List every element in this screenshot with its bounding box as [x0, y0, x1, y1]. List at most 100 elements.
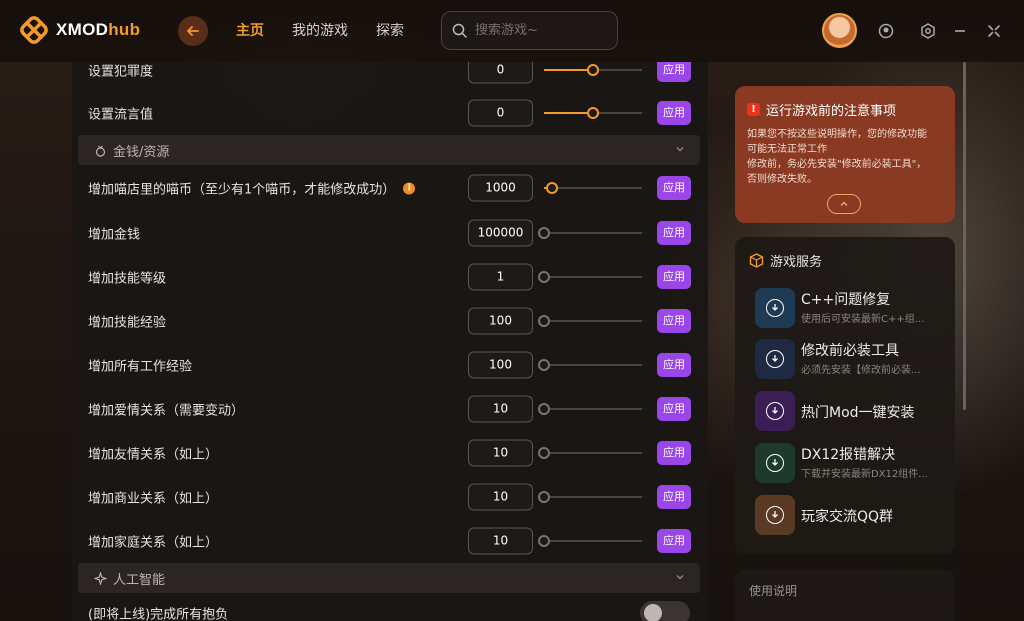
cheat-slider[interactable]	[544, 64, 642, 76]
slider-knob[interactable]	[538, 359, 550, 371]
notice-body: 如果您不按这些说明操作，您的修改功能 可能无法正常工作 修改前，务必先安装"修改…	[747, 129, 927, 185]
cheat-value-input[interactable]: 100	[468, 307, 533, 335]
slider-knob[interactable]	[538, 403, 550, 415]
cheat-label: (即将上线)完成所有抱负	[88, 607, 229, 621]
cheat-value-input[interactable]: 10	[468, 395, 533, 423]
cheat-toggle[interactable]	[640, 601, 690, 621]
notification-icon[interactable]	[877, 22, 895, 40]
cheat-label: 增加爱情关系（需要变动）	[88, 403, 245, 419]
top-bar: XMODhub 主页 我的游戏 探索	[0, 0, 1024, 62]
slider-knob[interactable]	[538, 535, 550, 547]
slider-knob[interactable]	[587, 107, 599, 119]
slider-knob[interactable]	[587, 64, 599, 76]
cheat-value-input[interactable]: 10	[468, 483, 533, 511]
apply-button[interactable]: 应用	[657, 441, 691, 465]
apply-button[interactable]: 应用	[657, 176, 691, 200]
collapse-window-icon[interactable]	[985, 22, 1003, 40]
cheat-slider[interactable]	[538, 227, 642, 239]
search-input[interactable]	[475, 23, 605, 38]
cheat-slider[interactable]	[538, 315, 642, 327]
service-name: DX12报错解决	[801, 447, 896, 463]
service-item-dx12-fix[interactable]: DX12报错解决 下载并安装最新DX12组件...	[755, 443, 945, 483]
cheat-row: 增加商业关系（如上） 10 应用	[72, 475, 708, 519]
cheat-row: 增加所有工作经验 100 应用	[72, 343, 708, 387]
service-desc: 必须先安装【修改前必装...	[801, 365, 921, 376]
app-logo-text: XMODhub	[56, 20, 141, 39]
cheat-slider[interactable]	[544, 182, 642, 194]
scrollbar-thumb[interactable]	[963, 62, 966, 410]
cheat-label: 增加家庭关系（如上）	[88, 535, 219, 551]
apply-button[interactable]: 应用	[657, 353, 691, 377]
service-name: 玩家交流QQ群	[801, 509, 894, 525]
cheat-row: 增加喵店里的喵币（至少有1个喵币，才能修改成功） i 1000 应用	[72, 166, 708, 210]
cheat-row: 设置犯罪度 0 应用	[72, 62, 708, 92]
slider-knob[interactable]	[538, 447, 550, 459]
cheat-value-input[interactable]: 10	[468, 527, 533, 555]
usage-instructions-panel: 使用说明	[735, 570, 955, 621]
cheat-slider[interactable]	[538, 535, 642, 547]
cheat-value-input[interactable]: 100000	[468, 219, 533, 247]
cheat-label: 设置犯罪度	[88, 64, 154, 80]
cheat-slider[interactable]	[538, 447, 642, 459]
chevron-down-icon	[676, 147, 684, 152]
apply-button[interactable]: 应用	[657, 221, 691, 245]
cheat-slider[interactable]	[538, 359, 642, 371]
box-icon	[749, 253, 764, 268]
settings-icon[interactable]	[919, 22, 937, 40]
cheat-value-input[interactable]: 10	[468, 439, 533, 467]
search-box[interactable]	[441, 11, 618, 50]
cheat-label: 增加技能经验	[88, 315, 167, 331]
cheat-row: 增加爱情关系（需要变动） 10 应用	[72, 387, 708, 431]
user-avatar[interactable]	[822, 13, 857, 48]
cheat-label: 增加所有工作经验	[88, 359, 193, 375]
main-nav: 主页 我的游戏 探索	[236, 20, 404, 40]
cheat-slider[interactable]	[544, 107, 642, 119]
search-icon	[452, 23, 467, 38]
notice-title: ! 运行游戏前的注意事项	[747, 100, 943, 119]
service-name: C++问题修复	[801, 292, 891, 308]
service-desc: 下载并安装最新DX12组件...	[801, 469, 928, 480]
info-icon[interactable]: i	[403, 182, 416, 194]
apply-button[interactable]: 应用	[657, 529, 691, 553]
cheat-row: 增加金钱 100000 应用	[72, 211, 708, 255]
cheat-slider[interactable]	[538, 403, 642, 415]
cheat-value-input[interactable]: 0	[468, 62, 533, 84]
service-item-cpp-fix[interactable]: C++问题修复 使用后可安装最新C++组...	[755, 288, 945, 328]
slider-knob[interactable]	[538, 491, 550, 503]
cheat-value-input[interactable]: 1	[468, 263, 533, 291]
cheat-value-input[interactable]: 100	[468, 351, 533, 379]
service-item-required-tools[interactable]: 修改前必装工具 必须先安装【修改前必装...	[755, 339, 945, 379]
back-button[interactable]	[178, 16, 208, 46]
apply-button[interactable]: 应用	[657, 62, 691, 82]
section-header-ai[interactable]: 人工智能	[78, 563, 700, 593]
section-header-money[interactable]: 金钱/资源	[78, 135, 700, 165]
apply-button[interactable]: 应用	[657, 485, 691, 509]
notice-collapse-button[interactable]	[827, 194, 861, 214]
nav-my-games[interactable]: 我的游戏	[292, 20, 348, 40]
nav-home[interactable]: 主页	[236, 20, 264, 40]
apply-button[interactable]: 应用	[657, 397, 691, 421]
nav-explore[interactable]: 探索	[376, 20, 404, 40]
apply-button[interactable]: 应用	[657, 101, 691, 125]
download-icon	[755, 288, 795, 328]
chevron-down-icon	[676, 575, 684, 580]
cheat-slider[interactable]	[538, 491, 642, 503]
cheat-row: 增加家庭关系（如上） 10 应用	[72, 519, 708, 563]
apply-button[interactable]: 应用	[657, 265, 691, 289]
apply-button[interactable]: 应用	[657, 309, 691, 333]
slider-knob[interactable]	[545, 182, 558, 194]
minimize-icon[interactable]	[951, 22, 969, 40]
cheat-value-input[interactable]: 0	[468, 99, 533, 127]
service-item-mod-install[interactable]: 热门Mod一键安装	[755, 391, 945, 431]
slider-knob[interactable]	[538, 315, 550, 327]
cheat-row: 增加技能经验 100 应用	[72, 299, 708, 343]
cheat-row: 增加技能等级 1 应用	[72, 255, 708, 299]
cheat-label: 增加技能等级	[88, 271, 167, 287]
cheat-label: 增加商业关系（如上）	[88, 491, 219, 507]
app-logo[interactable]: XMODhub	[20, 16, 140, 44]
slider-knob[interactable]	[538, 227, 550, 239]
cheat-slider[interactable]	[538, 271, 642, 283]
cheat-value-input[interactable]: 1000	[468, 174, 533, 202]
service-item-qq-group[interactable]: 玩家交流QQ群	[755, 495, 945, 535]
slider-knob[interactable]	[538, 271, 550, 283]
